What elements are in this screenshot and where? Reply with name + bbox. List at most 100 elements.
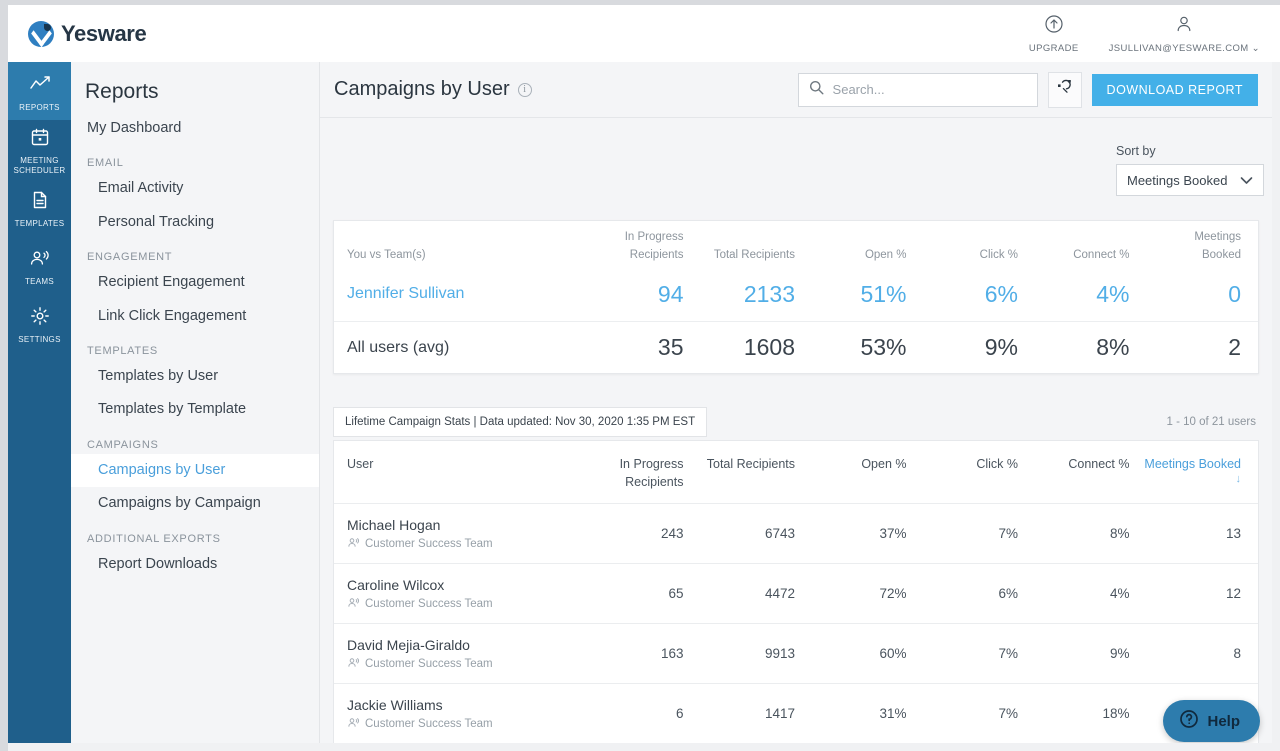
summary-header-click: Click % — [980, 249, 1018, 261]
row-user-name: David Mejia-Giraldo — [347, 636, 586, 655]
left-gutter — [0, 0, 8, 751]
nav-item-personal-tracking[interactable]: Personal Tracking — [71, 206, 319, 239]
download-report-button[interactable]: DOWNLOAD REPORT — [1092, 74, 1258, 106]
nav-item-campaigns-by-campaign[interactable]: Campaigns by Campaign — [71, 487, 319, 520]
info-icon[interactable]: i — [518, 83, 532, 97]
summary-avg-total-recipients: 1608 — [744, 334, 795, 360]
summary-card: You vs Team(s) In Progress Recipients To… — [333, 220, 1259, 374]
yesware-logo-icon — [28, 21, 54, 47]
rail-item-templates[interactable]: TEMPLATES — [8, 178, 71, 236]
summary-allusers-suffix: (avg) — [413, 339, 449, 356]
summary-header-row: You vs Team(s) In Progress Recipients To… — [334, 221, 1258, 267]
sort-by-select[interactable]: Meetings Booked — [1116, 164, 1264, 196]
row-total-recipients: 6743 — [765, 526, 795, 541]
summary-first-col-header: You vs Team(s) — [347, 249, 426, 261]
col-in-progress[interactable]: In Progress Recipients — [620, 457, 684, 489]
table-meta: Lifetime Campaign Stats | Data updated: … — [333, 404, 1259, 440]
summary-header-in-progress: In Progress Recipients — [625, 231, 684, 261]
rail-item-meeting-scheduler[interactable]: MEETING SCHEDULER — [8, 120, 71, 178]
row-user-name: Caroline Wilcox — [347, 576, 586, 595]
upgrade-button[interactable]: UPGRADE — [1029, 14, 1079, 54]
nav-group-engagement: ENGAGEMENT — [71, 239, 319, 266]
rail-item-reports[interactable]: REPORTS — [8, 62, 71, 120]
nav-item-report-downloads[interactable]: Report Downloads — [71, 548, 319, 581]
rail-item-settings[interactable]: SETTINGS — [8, 294, 71, 352]
nav-item-my-dashboard[interactable]: My Dashboard — [71, 112, 319, 145]
row-connect: 9% — [1110, 646, 1130, 661]
row-click: 7% — [998, 706, 1018, 721]
row-user-team: Customer Success Team — [347, 537, 586, 551]
nav-item-email-activity[interactable]: Email Activity — [71, 172, 319, 205]
nav-item-recipient-engagement[interactable]: Recipient Engagement — [71, 266, 319, 299]
search-input[interactable] — [833, 82, 1027, 97]
data-timestamp: Lifetime Campaign Stats | Data updated: … — [333, 407, 707, 437]
col-open[interactable]: Open % — [861, 457, 906, 471]
horizontal-scrollbar[interactable] — [0, 743, 1280, 751]
summary-header-total-recipients: Total Recipients — [714, 249, 795, 261]
page-title-wrap: Campaigns by User i — [334, 78, 532, 101]
row-connect: 18% — [1102, 706, 1129, 721]
reports-nav: Reports My Dashboard EMAIL Email Activit… — [71, 62, 320, 751]
nav-item-link-click-engagement[interactable]: Link Click Engagement — [71, 300, 319, 333]
row-open: 60% — [879, 646, 906, 661]
summary-user-name[interactable]: Jennifer Sullivan — [347, 285, 464, 302]
row-meetings: 12 — [1226, 586, 1241, 601]
sort-by-value: Meetings Booked — [1127, 173, 1227, 188]
summary-avg-meetings: 2 — [1228, 334, 1241, 360]
chart-line-icon — [29, 74, 51, 99]
nav-group-email: EMAIL — [71, 145, 319, 172]
rail-item-teams[interactable]: TEAMS — [8, 236, 71, 294]
search-box[interactable] — [798, 73, 1038, 107]
col-total-recipients[interactable]: Total Recipients — [707, 457, 795, 471]
rail-label-templates: TEMPLATES — [15, 219, 65, 228]
content-header: Campaigns by User i — [320, 62, 1272, 118]
row-meetings: 13 — [1226, 526, 1241, 541]
row-user-team: Customer Success Team — [347, 657, 586, 671]
col-click[interactable]: Click % — [976, 457, 1018, 471]
summary-allusers-label: All users — [347, 339, 408, 356]
col-meetings-booked[interactable]: Meetings Booked — [1144, 457, 1241, 471]
row-user-team: Customer Success Team — [347, 717, 586, 731]
account-menu[interactable]: JSULLIVAN@YESWARE.COM ⌄ — [1109, 14, 1260, 54]
table-row[interactable]: Michael Hogan Customer Success Team 2 — [334, 504, 1258, 564]
nav-item-campaigns-by-user[interactable]: Campaigns by User — [71, 454, 319, 487]
row-open: 72% — [879, 586, 906, 601]
col-user[interactable]: User — [347, 457, 373, 471]
chevron-down-icon: ⌄ — [1252, 43, 1260, 54]
row-user-name: Jackie Williams — [347, 696, 586, 715]
nav-item-templates-by-user[interactable]: Templates by User — [71, 360, 319, 393]
people-icon — [28, 248, 52, 273]
table-row[interactable]: David Mejia-Giraldo Customer Success Tea… — [334, 624, 1258, 684]
vertical-scrollbar[interactable] — [1272, 62, 1280, 751]
help-button[interactable]: Help — [1163, 700, 1260, 742]
primary-nav-rail: REPORTS MEETING SCHEDULER TEMPLATES — [8, 62, 71, 751]
top-gutter — [0, 0, 1280, 5]
col-connect[interactable]: Connect % — [1068, 457, 1129, 471]
header-actions: DOWNLOAD REPORT — [798, 72, 1258, 108]
row-total-recipients: 9913 — [765, 646, 795, 661]
filter-cursor-icon-button[interactable] — [1048, 72, 1082, 108]
pagination-count: 1 - 10 of 21 users — [1167, 416, 1260, 428]
summary-value-open: 51% — [860, 281, 906, 307]
summary-avg-open: 53% — [860, 334, 906, 360]
summary-value-click: 6% — [985, 281, 1018, 307]
nav-group-additional-exports: ADDITIONAL EXPORTS — [71, 521, 319, 548]
summary-value-connect: 4% — [1096, 281, 1129, 307]
brand-logo[interactable]: Yesware — [28, 21, 146, 47]
users-table: User In Progress Recipients Total Recipi… — [333, 440, 1259, 744]
nav-item-templates-by-template[interactable]: Templates by Template — [71, 393, 319, 426]
filter-cursor-icon — [1056, 78, 1074, 101]
table-row[interactable]: Jackie Williams Customer Success Team — [334, 684, 1258, 744]
summary-header-open: Open % — [865, 249, 907, 261]
top-bar: Yesware UPGRADE — [8, 5, 1280, 62]
row-meetings: 8 — [1233, 646, 1241, 661]
table-row[interactable]: Caroline Wilcox Customer Success Team — [334, 564, 1258, 624]
page-title: Campaigns by User — [334, 78, 510, 101]
row-in-progress: 6 — [676, 706, 684, 721]
row-user-team: Customer Success Team — [347, 597, 586, 611]
people-small-icon — [347, 657, 360, 671]
row-team-label: Customer Success Team — [365, 658, 493, 670]
row-click: 7% — [998, 646, 1018, 661]
summary-row-current-user: Jennifer Sullivan 94 2133 51% 6% 4% 0 — [334, 267, 1258, 321]
sort-by-label: Sort by — [1116, 144, 1264, 158]
